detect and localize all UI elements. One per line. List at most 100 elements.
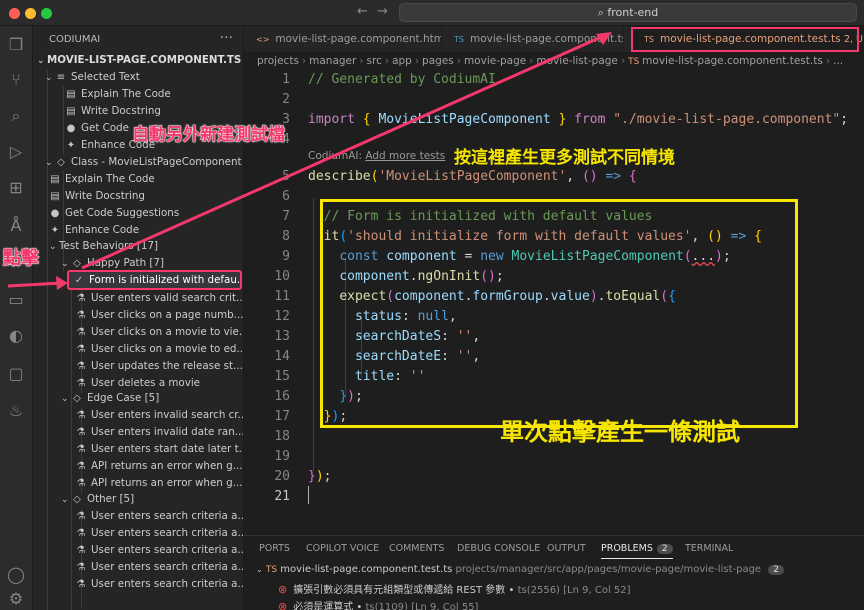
flask-icon: ⚗ (76, 327, 86, 338)
test-item[interactable]: ⚗ User clicks on a movie to ed... (33, 341, 243, 358)
error-icon: ⊗ (278, 583, 288, 596)
search-icon[interactable]: ⌕ (5, 105, 27, 127)
generated-test-highlight (320, 199, 798, 428)
tree-item-write-docstring-2[interactable]: ▤ Write Docstring (33, 188, 243, 205)
sparkle-icon: ✦ (50, 225, 60, 236)
tree-item-other[interactable]: ⌄ ◇ Other [5] (33, 491, 243, 508)
section-header[interactable]: ⌄ MOVIE-LIST-PAGE.COMPONENT.TS (33, 52, 243, 69)
test-item[interactable]: ⚗ User enters invalid date ran... (33, 424, 243, 441)
test-item[interactable]: ⚗ User enters search criteria a... (33, 508, 243, 525)
tree-item-edge-case[interactable]: ⌄ ◇ Edge Case [5] (33, 390, 243, 407)
test-item[interactable]: ⚗ User enters valid search crit... (33, 290, 243, 307)
source-control-icon[interactable]: ⑂ (5, 69, 27, 91)
test-item[interactable]: ⚗ User clicks on a page numb... (33, 307, 243, 324)
test-item[interactable]: ⚗ User enters invalid search cr... (33, 407, 243, 424)
tag-icon: ◇ (57, 157, 65, 168)
typescript-file-icon: TS (265, 565, 278, 575)
flask-icon: ⚗ (76, 461, 86, 472)
activity-bar: ❐ ⑂ ⌕ ▷ ⊞ Å ⌗ ▭ ◐ ▢ ♨ ◯ ⚙ (0, 26, 33, 610)
tab-debug-console[interactable]: DEBUG CONSOLE (457, 543, 540, 554)
minimize-window-button[interactable] (25, 8, 36, 19)
test-item[interactable]: ⚗ API returns an error when g... (33, 458, 243, 475)
flask-icon: ⚗ (76, 528, 86, 539)
active-tab-highlight (631, 27, 859, 52)
account-icon[interactable]: ◯ (5, 564, 27, 586)
search-icon: ⌕ (597, 6, 608, 19)
tree-item-class[interactable]: ⌄ ◇ Class - MovieListPageComponent (33, 154, 243, 171)
breadcrumb[interactable]: projects › manager › src › app › pages › movie-pag… (257, 55, 843, 67)
files-icon[interactable]: ❐ (5, 34, 27, 56)
problem-row[interactable]: ⊗ 必須是運算式 • ts(1109) [Ln 9, Col 55] (278, 598, 478, 610)
flask-icon: ⚗ (76, 427, 86, 438)
tree-item-explain-code[interactable]: ▤ Explain The Code (33, 86, 243, 103)
run-debug-icon[interactable]: ▷ (5, 141, 27, 163)
double-check-icon: ✓ (74, 275, 84, 286)
tab-terminal[interactable]: TERMINAL (685, 543, 733, 554)
bottom-panel: PORTS COPILOT VOICE COMMENTS DEBUG CONSO… (244, 535, 864, 610)
text-cursor (308, 486, 309, 504)
test-item[interactable]: ⚗ User enters search criteria a... (33, 525, 243, 542)
close-window-button[interactable] (9, 8, 20, 19)
flask-icon: ⚗ (76, 310, 86, 321)
settings-icon[interactable]: ⚙ (5, 588, 27, 610)
lightbulb-icon: ● (66, 123, 76, 134)
tab-comments[interactable]: COMMENTS (389, 543, 444, 554)
tab-output[interactable]: OUTPUT (547, 543, 586, 554)
test-item[interactable]: ⚗ User enters start date later t... (33, 441, 243, 458)
tab-copilot-voice[interactable]: COPILOT VOICE (306, 543, 379, 554)
tab-ports[interactable]: PORTS (259, 543, 290, 554)
sidebar-header: CODIUMAI (49, 34, 101, 45)
genie-icon[interactable]: ♨ (5, 400, 27, 422)
codelens[interactable]: CodiumAI: Add more tests (308, 150, 445, 162)
problem-file-row[interactable]: ⌄ TS movie-list-page.component.test.ts p… (256, 564, 785, 575)
angular-icon[interactable]: Å (5, 215, 27, 237)
annotation-click: 點擊 (3, 248, 40, 270)
test-item[interactable]: ⚗ User enters search criteria a... (33, 576, 243, 593)
flask-icon: ⚗ (76, 511, 86, 522)
extensions-icon[interactable]: ⊞ (5, 177, 27, 199)
flask-icon: ⚗ (76, 562, 86, 573)
tree-item-get-code-suggestions[interactable]: ● Get Code Suggestions (33, 205, 243, 222)
tree-item-selected-text[interactable]: ⌄ ≡ Selected Text (33, 69, 243, 86)
codium-icon[interactable]: ◐ (5, 325, 27, 347)
test-item[interactable]: ⚗ User updates the release st... (33, 358, 243, 375)
command-center-search[interactable]: ⌕ front-end (399, 3, 857, 22)
problems-count-badge: 2 (656, 544, 673, 554)
more-actions-icon[interactable]: ··· (220, 30, 233, 46)
flask-icon: ⚗ (76, 478, 86, 489)
sparkle-icon: ✦ (66, 140, 76, 151)
tree-item-explain-code-2[interactable]: ▤ Explain The Code (33, 171, 243, 188)
flask-icon: ⚗ (76, 444, 86, 455)
flask-icon: ⚗ (76, 410, 86, 421)
add-more-tests-link[interactable]: Add more tests (365, 150, 445, 162)
problem-row[interactable]: ⊗ 擴張引數必須具有元組類型或傳遞給 REST 參數 • ts(2556) [Ln… (278, 581, 631, 596)
back-arrow-icon[interactable]: ← (357, 4, 368, 19)
codiumai-sidebar: CODIUMAI ··· ⌄ MOVIE-LIST-PAGE.COMPONENT.… (33, 26, 244, 610)
maximize-window-button[interactable] (41, 8, 52, 19)
tree-item-form-initialized-test[interactable]: ✓ Form is initialized with defau... (67, 270, 242, 290)
test-item[interactable]: ⚗ User enters search criteria a... (33, 542, 243, 559)
forward-arrow-icon[interactable]: → (377, 4, 388, 19)
tree-item-write-docstring[interactable]: ▤ Write Docstring (33, 103, 243, 120)
annotation-more-tests: 按這裡產生更多測試不同情境 (454, 148, 675, 168)
html-file-icon: <> (256, 35, 270, 44)
test-item[interactable]: ⚗ API returns an error when g... (33, 475, 243, 492)
chat-icon[interactable]: ▭ (5, 289, 27, 311)
workspace-name: front-end (607, 6, 659, 19)
tree-item-enhance-code-2[interactable]: ✦ Enhance Code (33, 222, 243, 239)
flask-icon: ⚗ (76, 293, 86, 304)
flask-icon: ⚗ (76, 579, 86, 590)
tree-item-test-behaviors[interactable]: ⌄ Test Behaviors [17] (33, 238, 243, 255)
test-item[interactable]: ⚗ User clicks on a movie to vie... (33, 324, 243, 341)
test-item[interactable]: ⚗ User enters search criteria a... (33, 559, 243, 576)
tab-component-html[interactable]: <> movie-list-page.component.html (244, 26, 442, 53)
error-icon: ⊗ (278, 600, 288, 610)
flask-icon: ⚗ (76, 344, 86, 355)
tag-icon: ◇ (73, 494, 81, 505)
tab-component-ts[interactable]: TS movie-list-page.component.ts (442, 26, 624, 53)
comment-icon[interactable]: ▢ (5, 363, 27, 385)
annotation-single-click: 單次點擊產生一條測試 (500, 418, 740, 446)
typescript-file-icon: TS (454, 35, 464, 44)
tag-icon: ◇ (73, 393, 81, 404)
tab-problems[interactable]: PROBLEMS 2 (601, 543, 673, 559)
